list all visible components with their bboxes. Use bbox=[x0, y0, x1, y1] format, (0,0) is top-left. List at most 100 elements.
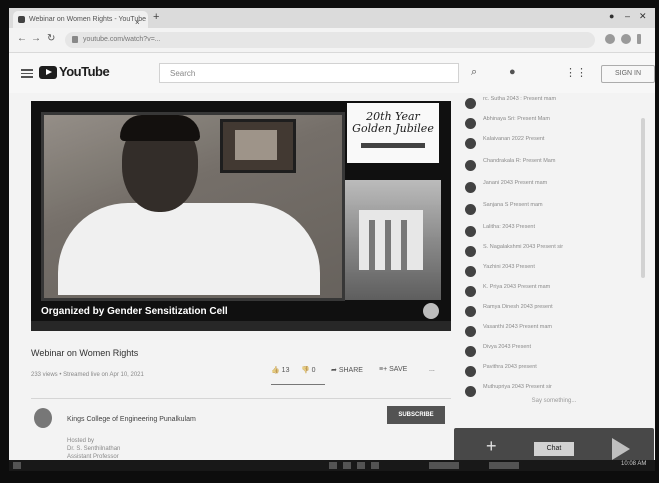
add-icon[interactable]: + bbox=[486, 436, 497, 457]
taskbar-app-icon[interactable] bbox=[429, 462, 459, 469]
wall-photo-frame bbox=[220, 119, 296, 173]
apps-grid-icon[interactable]: ⋮⋮ bbox=[565, 66, 587, 79]
channel-name[interactable]: Kings College of Engineering Punalkulam bbox=[67, 416, 196, 423]
taskbar-app-icon[interactable] bbox=[329, 462, 337, 469]
chat-input[interactable]: Say something... bbox=[479, 398, 629, 408]
chat-message: Sanjana S Present mam bbox=[463, 202, 653, 222]
jubilee-logo-text: 20th Year Golden Jubilee bbox=[352, 110, 434, 135]
chat-avatar bbox=[465, 160, 476, 171]
taskbar-app-icon[interactable] bbox=[343, 462, 351, 469]
sign-in-button[interactable]: SIGN IN bbox=[601, 65, 655, 83]
chat-avatar bbox=[465, 386, 476, 397]
chat-message: Lalitha: 2043 Present bbox=[463, 224, 653, 244]
video-player[interactable]: 20th Year Golden Jubilee Organized by Gen… bbox=[31, 101, 451, 331]
window-menu-icon[interactable]: ● bbox=[609, 11, 614, 21]
lock-icon bbox=[72, 36, 78, 43]
save-button[interactable]: ≡+ SAVE bbox=[379, 366, 407, 373]
subscribe-button[interactable]: SUBSCRIBE bbox=[387, 406, 445, 424]
chat-message: K. Priya 2043 Present mam bbox=[463, 284, 653, 304]
menu-icon[interactable] bbox=[21, 69, 33, 78]
overlay-chat-button[interactable]: Chat bbox=[534, 442, 574, 456]
chat-avatar bbox=[465, 366, 476, 377]
more-actions-button[interactable]: ... bbox=[429, 366, 435, 373]
chat-scrollbar[interactable] bbox=[641, 118, 645, 278]
speaker-hair bbox=[120, 115, 200, 141]
url-input[interactable]: youtube.com/watch?v=... bbox=[65, 32, 595, 48]
youtube-logo-icon[interactable] bbox=[39, 66, 57, 79]
search-icon[interactable]: ⌕ bbox=[471, 66, 477, 79]
chat-message: Kalaivanan 2022 Present bbox=[463, 136, 653, 156]
chat-avatar bbox=[465, 266, 476, 277]
youtube-header: YouTube Search ⌕ ● ⋮⋮ SIGN IN bbox=[9, 53, 655, 93]
chat-message: Yazhini 2043 Present bbox=[463, 264, 653, 284]
chat-message: Abhinaya Sri: Present Mam bbox=[463, 116, 653, 136]
dislike-button[interactable]: 👎 0 bbox=[301, 366, 316, 374]
like-bar bbox=[271, 384, 325, 385]
mic-icon[interactable]: ● bbox=[509, 66, 516, 78]
logo-underline bbox=[361, 143, 425, 148]
youtube-logo-text[interactable]: YouTube bbox=[59, 64, 110, 79]
close-window-icon[interactable]: ✕ bbox=[639, 11, 647, 22]
college-building-image bbox=[345, 180, 441, 300]
back-arrow-icon[interactable]: ← bbox=[17, 33, 27, 44]
video-meta: 233 views • Streamed live on Apr 10, 202… bbox=[31, 372, 144, 378]
video-caption: Organized by Gender Sensitization Cell bbox=[41, 306, 228, 317]
chat-message: Ramya Dinesh 2043 present bbox=[463, 304, 653, 324]
chat-message: Vasanthi 2043 Present mam bbox=[463, 324, 653, 344]
divider bbox=[31, 398, 451, 399]
chat-avatar bbox=[465, 286, 476, 297]
college-seal-icon bbox=[423, 303, 439, 319]
monitor-bezel: Webinar on Women Rights - YouTube × + ● … bbox=[0, 0, 659, 483]
chat-message: S. Nagalakshmi 2043 Present sir bbox=[463, 244, 653, 264]
chat-avatar bbox=[465, 118, 476, 129]
chat-avatar bbox=[465, 246, 476, 257]
chat-avatar bbox=[465, 98, 476, 109]
taskbar: 10:08 AM bbox=[9, 460, 655, 471]
jubilee-logo: 20th Year Golden Jubilee bbox=[347, 103, 439, 163]
chat-avatar bbox=[465, 226, 476, 237]
clock: 10:08 AM bbox=[621, 461, 647, 467]
address-bar-row: ← → ↻ youtube.com/watch?v=... bbox=[9, 28, 655, 53]
description-line: Dr. S. Senthilnathan bbox=[67, 446, 121, 452]
chat-message: rc. Sutha 2043 : Present mam bbox=[463, 96, 653, 116]
chat-message: Divya 2043 Present bbox=[463, 344, 653, 364]
taskbar-app-icon[interactable] bbox=[357, 462, 365, 469]
browser-tab[interactable]: Webinar on Women Rights - YouTube × bbox=[13, 11, 148, 28]
video-title: Webinar on Women Rights bbox=[31, 348, 139, 358]
forward-arrow-icon[interactable]: → bbox=[31, 33, 41, 44]
start-icon[interactable] bbox=[13, 462, 21, 469]
taskbar-app-icon[interactable] bbox=[489, 462, 519, 469]
play-arrow-icon[interactable] bbox=[612, 438, 630, 460]
chat-avatar bbox=[465, 138, 476, 149]
chat-message: Chandrakala R: Present Mam bbox=[463, 158, 653, 178]
chat-avatar bbox=[465, 346, 476, 357]
browser-menu-icon[interactable] bbox=[637, 34, 641, 44]
video-actions: 👍 13 👎 0 ➦ SHARE ≡+ SAVE ... bbox=[271, 366, 451, 385]
new-tab-button[interactable]: + bbox=[153, 11, 159, 23]
reload-icon[interactable]: ↻ bbox=[47, 33, 55, 44]
chat-message: Pavithra 2043 present bbox=[463, 364, 653, 384]
chat-avatar bbox=[465, 204, 476, 215]
tab-title: Webinar on Women Rights - YouTube bbox=[29, 16, 146, 23]
screen: Webinar on Women Rights - YouTube × + ● … bbox=[9, 8, 655, 471]
chat-avatar bbox=[465, 326, 476, 337]
channel-avatar[interactable] bbox=[34, 408, 52, 428]
speaker-video-feed bbox=[41, 112, 345, 301]
chat-avatar bbox=[465, 182, 476, 193]
tab-bar: Webinar on Women Rights - YouTube × + ● … bbox=[9, 8, 655, 28]
description-line: Hosted by bbox=[67, 438, 95, 444]
url-text: youtube.com/watch?v=... bbox=[83, 36, 161, 43]
chat-avatar bbox=[465, 306, 476, 317]
profile-icon[interactable] bbox=[621, 34, 631, 44]
youtube-favicon-icon bbox=[18, 16, 25, 23]
tab-close-icon[interactable]: × bbox=[135, 14, 140, 28]
like-button[interactable]: 👍 13 bbox=[271, 366, 289, 374]
chat-message: Janani 2043 Present mam bbox=[463, 180, 653, 200]
live-chat: rc. Sutha 2043 : Present mam Abhinaya Sr… bbox=[463, 96, 655, 426]
taskbar-app-icon[interactable] bbox=[371, 462, 379, 469]
minimize-icon[interactable]: – bbox=[625, 11, 630, 21]
speaker-body bbox=[58, 203, 320, 295]
search-input[interactable]: Search bbox=[159, 63, 459, 83]
share-button[interactable]: ➦ SHARE bbox=[331, 366, 363, 374]
extension-icon[interactable] bbox=[605, 34, 615, 44]
